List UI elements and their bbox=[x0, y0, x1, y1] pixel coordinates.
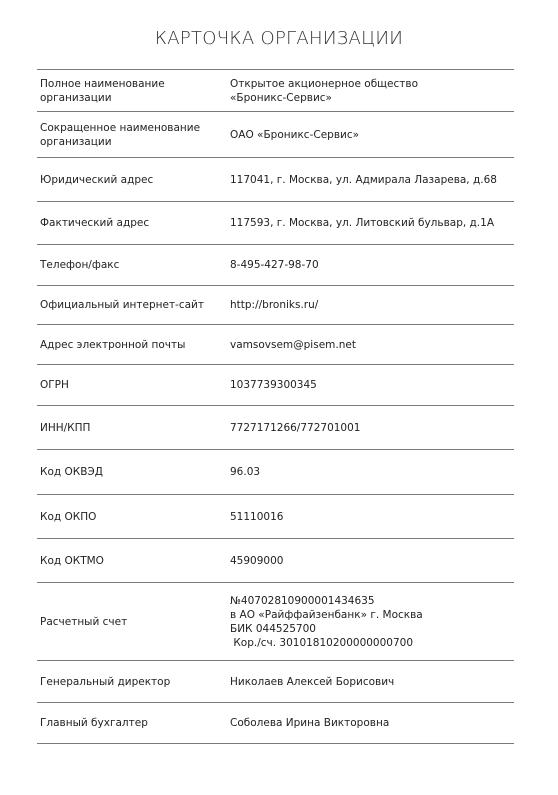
row-value: 1037739300345 bbox=[228, 378, 514, 392]
value-line: 117041, г. Москва, ул. Адмирала Лазарева… bbox=[230, 173, 497, 186]
row-value: 51110016 bbox=[228, 510, 514, 524]
row-label: Главный бухгалтер bbox=[40, 717, 148, 729]
row-label: Официальный интернет-сайт bbox=[40, 299, 204, 311]
row-label: Код ОКТМО bbox=[40, 554, 104, 567]
table-row: ОГРН 1037739300345 bbox=[37, 364, 514, 405]
value-line: «Броникс-Сервис» bbox=[230, 91, 332, 104]
row-label: Фактический адрес bbox=[40, 217, 150, 229]
value-line: 51110016 bbox=[230, 510, 284, 523]
row-value: http://broniks.ru/ bbox=[228, 298, 514, 312]
value-line: 96.03 bbox=[230, 466, 261, 478]
row-label: ИНН/КПП bbox=[40, 421, 91, 434]
value-line: Открытое акционерное общество bbox=[230, 77, 419, 90]
table-row: Фактический адрес 117593, г. Москва, ул.… bbox=[37, 201, 514, 244]
table-row: Телефон/факс 8-495-427-98-70 bbox=[37, 244, 514, 285]
value-line: Соболева Ирина Викторовна bbox=[230, 717, 390, 729]
value-line: 117593, г. Москва, ул. Литовский бульвар… bbox=[230, 217, 495, 229]
row-value: 45909000 bbox=[228, 554, 514, 568]
row-value: 8-495-427-98-70 bbox=[228, 258, 514, 272]
value-line: 8-495-427-98-70 bbox=[230, 259, 319, 271]
row-label: Код ОКПО bbox=[40, 510, 97, 523]
value-line: 45909000 bbox=[230, 554, 284, 567]
value-line: 7727171266/772701001 bbox=[230, 421, 361, 434]
row-value: 96.03 bbox=[228, 465, 514, 479]
table-row: Адрес электронной почты vamsovsem@pisem.… bbox=[37, 324, 514, 364]
value-line: БИК 044525700 bbox=[230, 622, 316, 635]
row-value: Открытое акционерное общество «Броникс-С… bbox=[228, 77, 514, 105]
row-label: Полное наименование организации bbox=[40, 77, 165, 104]
row-label: Юридический адрес bbox=[40, 173, 154, 186]
table-row: ИНН/КПП 7727171266/772701001 bbox=[37, 405, 514, 449]
row-value: Николаев Алексей Борисович bbox=[228, 675, 514, 689]
email-link[interactable]: vamsovsem@pisem.net bbox=[230, 338, 514, 352]
table-row: Юридический адрес 117041, г. Москва, ул.… bbox=[37, 157, 514, 201]
value-line: Николаев Алексей Борисович bbox=[230, 675, 395, 688]
row-label: Телефон/факс bbox=[40, 259, 120, 271]
row-value: vamsovsem@pisem.net bbox=[228, 338, 514, 352]
organization-card: Полное наименование организации Открытое… bbox=[37, 69, 514, 744]
value-line: в АО «Райффайзенбанк» г. Москва bbox=[230, 608, 423, 621]
value-line: Кор./сч. 30101810200000000700 bbox=[230, 636, 414, 649]
value-line: №40702810900001434635 bbox=[230, 594, 375, 607]
row-value: №40702810900001434635 в АО «Райффайзенба… bbox=[228, 594, 514, 650]
row-value: 117593, г. Москва, ул. Литовский бульвар… bbox=[228, 216, 514, 230]
table-row: Полное наименование организации Открытое… bbox=[37, 69, 514, 111]
row-value: ОАО «Броникс-Сервис» bbox=[228, 128, 514, 142]
value-line: 1037739300345 bbox=[230, 379, 317, 391]
table-row: Генеральный директор Николаев Алексей Бо… bbox=[37, 660, 514, 702]
row-label: ОГРН bbox=[40, 379, 69, 391]
website-link[interactable]: http://broniks.ru/ bbox=[230, 298, 514, 312]
row-value: 117041, г. Москва, ул. Адмирала Лазарева… bbox=[228, 173, 514, 187]
row-label: Код ОКВЭД bbox=[40, 466, 103, 478]
table-row: Официальный интернет-сайт http://broniks… bbox=[37, 285, 514, 324]
table-row: Код ОКПО 51110016 bbox=[37, 494, 514, 538]
table-row: Код ОКВЭД 96.03 bbox=[37, 449, 514, 494]
table-row: Главный бухгалтер Соболева Ирина Викторо… bbox=[37, 702, 514, 744]
page-title: КАРТОЧКА ОРГАНИЗАЦИИ bbox=[154, 28, 404, 49]
table-row: Расчетный счет №40702810900001434635 в А… bbox=[37, 582, 514, 660]
row-value: 7727171266/772701001 bbox=[228, 421, 514, 435]
row-label: Генеральный директор bbox=[40, 675, 171, 688]
table-row: Код ОКТМО 45909000 bbox=[37, 538, 514, 582]
row-label: Сокращенное наименование организации bbox=[40, 121, 201, 148]
value-line: ОАО «Броникс-Сервис» bbox=[230, 128, 360, 141]
row-label: Адрес электронной почты bbox=[40, 338, 186, 351]
row-value: Соболева Ирина Викторовна bbox=[228, 716, 514, 730]
table-row: Сокращенное наименование организации ОАО… bbox=[37, 111, 514, 157]
row-label: Расчетный счет bbox=[40, 615, 128, 628]
